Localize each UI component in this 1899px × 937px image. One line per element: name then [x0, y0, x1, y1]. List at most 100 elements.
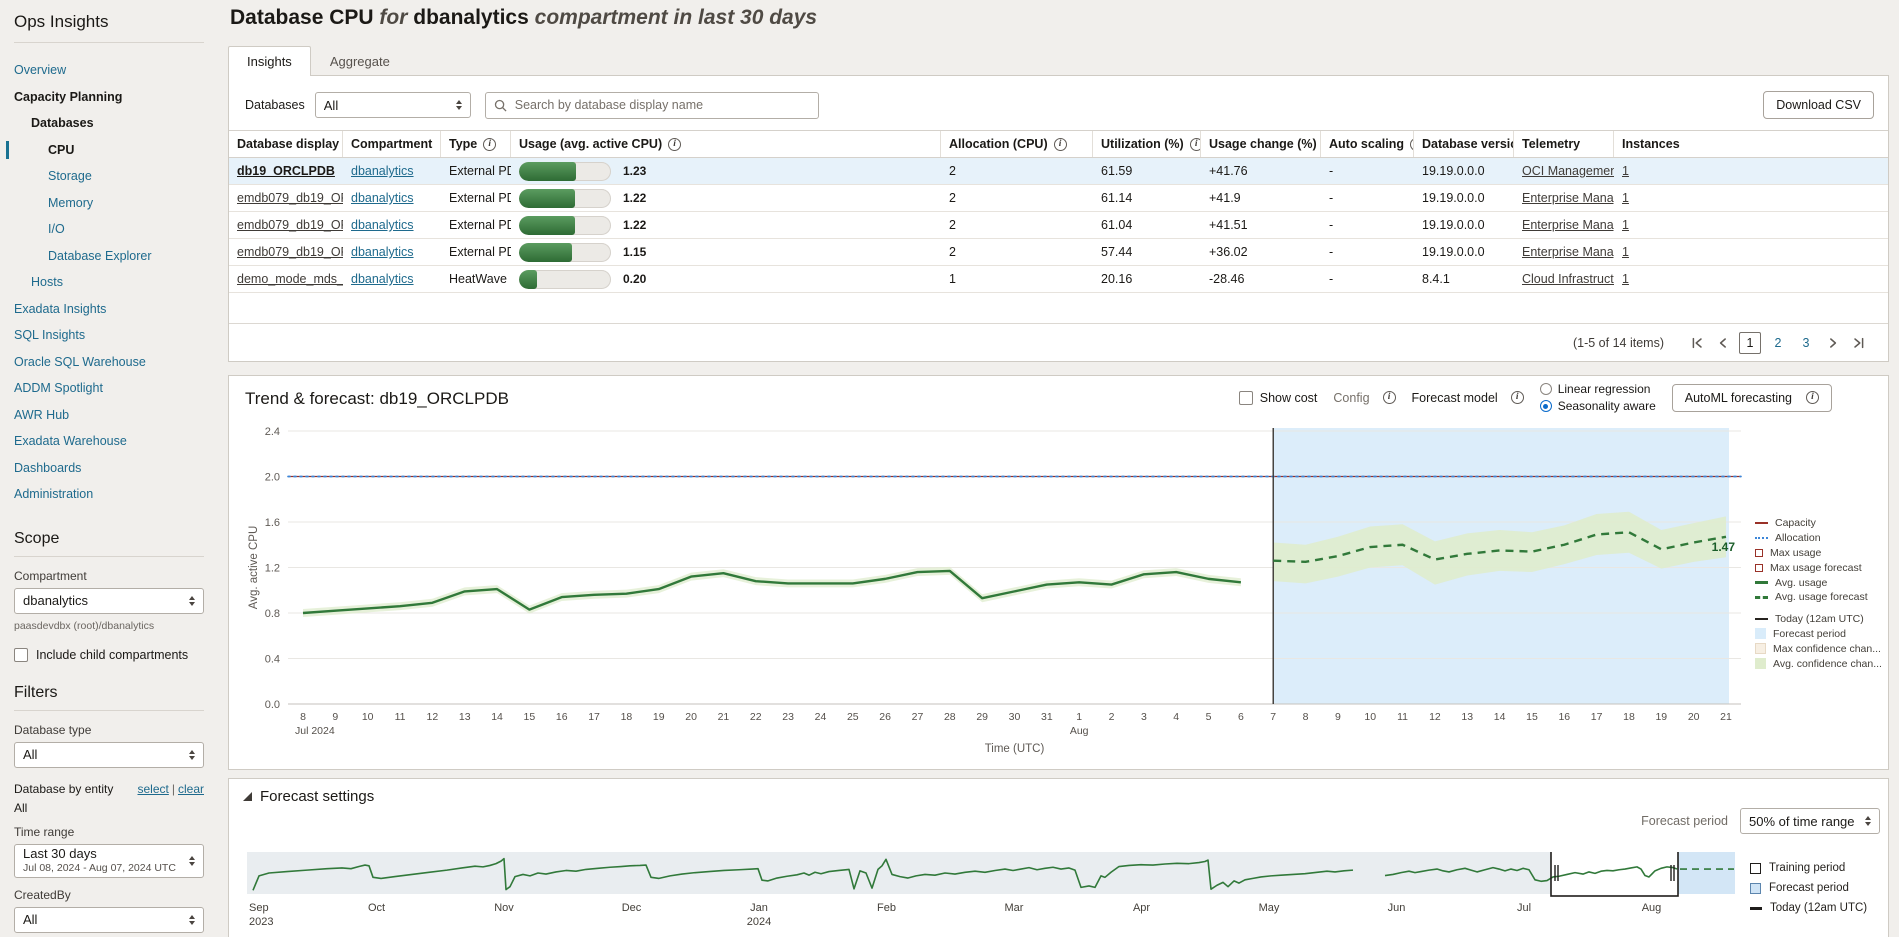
show-cost-checkbox[interactable]: Show cost: [1239, 391, 1318, 405]
sidebar-item-memory[interactable]: Memory: [14, 190, 204, 217]
column-header-instances[interactable]: Instances: [1614, 131, 1888, 157]
cell-utilization: 20.16: [1093, 266, 1201, 292]
sidebar-item-dashboards[interactable]: Dashboards: [14, 455, 204, 482]
tab-aggregate[interactable]: Aggregate: [311, 46, 409, 76]
database-name-link[interactable]: emdb079_db19_ORCLPDB: [237, 245, 343, 259]
info-icon: [1511, 391, 1524, 404]
forecast-period-select[interactable]: 50% of time range: [1740, 808, 1880, 834]
column-header-auto-scaling[interactable]: Auto scaling: [1321, 131, 1414, 157]
pagination-page-1[interactable]: 1: [1739, 332, 1761, 354]
sidebar-item-exadata-insights[interactable]: Exadata Insights: [14, 296, 204, 323]
telemetry-link[interactable]: Enterprise Manager: [1522, 245, 1614, 259]
sidebar-item-exadata-warehouse[interactable]: Exadata Warehouse: [14, 428, 204, 455]
sidebar-item-capacity-planning[interactable]: Capacity Planning: [14, 84, 204, 111]
sidebar-item-hosts[interactable]: Hosts: [14, 269, 204, 296]
sidebar-item-cpu[interactable]: CPU: [14, 137, 204, 164]
table-row[interactable]: db19_ORCLPDBdbanalyticsExternal PDB1.232…: [229, 158, 1888, 185]
svg-text:16: 16: [1558, 711, 1570, 723]
column-header-utilization[interactable]: Utilization (%)▼: [1093, 131, 1201, 157]
database-name-link[interactable]: emdb079_db19_ORCLPDB: [237, 191, 343, 205]
pagination-page-2[interactable]: 2: [1767, 332, 1789, 354]
time-range-select[interactable]: Last 30 days Jul 08, 2024 - Aug 07, 2024…: [14, 844, 204, 878]
pagination-next-button[interactable]: [1820, 330, 1846, 356]
instances-link[interactable]: 1: [1622, 272, 1629, 286]
download-csv-button[interactable]: Download CSV: [1763, 91, 1874, 119]
filters-heading: Filters: [14, 684, 204, 702]
table-row[interactable]: emdb079_db19_ORCLPDBdbanalyticsExternal …: [229, 185, 1888, 212]
forecast-model-radios: Linear regression Seasonality aware: [1540, 382, 1656, 413]
column-header-database-version[interactable]: Database version: [1414, 131, 1514, 157]
compartment-link[interactable]: dbanalytics: [351, 164, 414, 178]
forecast-settings-header[interactable]: Forecast settings: [243, 788, 374, 805]
sidebar-item-storage[interactable]: Storage: [14, 163, 204, 190]
telemetry-link[interactable]: Enterprise Manager: [1522, 218, 1614, 232]
svg-text:26: 26: [879, 711, 891, 723]
telemetry-link[interactable]: Cloud Infrastructure: [1522, 272, 1614, 286]
compartment-link[interactable]: dbanalytics: [351, 218, 414, 232]
instances-link[interactable]: 1: [1622, 191, 1629, 205]
sidebar-item-databases[interactable]: Databases: [14, 110, 204, 137]
radio-seasonality-aware[interactable]: Seasonality aware: [1540, 399, 1656, 413]
table-row[interactable]: emdb079_db19_ORCLPDBdbanalyticsExternal …: [229, 239, 1888, 266]
column-header-telemetry[interactable]: Telemetry: [1514, 131, 1614, 157]
databases-select[interactable]: All: [315, 92, 471, 118]
database-name-link[interactable]: demo_mode_mds_: [237, 272, 343, 286]
tab-insights[interactable]: Insights: [228, 46, 311, 76]
sidebar-item-oracle-sql-warehouse[interactable]: Oracle SQL Warehouse: [14, 349, 204, 376]
automl-forecasting-button[interactable]: AutoML forecasting: [1672, 384, 1832, 412]
database-name-link[interactable]: db19_ORCLPDB: [237, 164, 335, 178]
sidebar-item-i-o[interactable]: I/O: [14, 216, 204, 243]
config-link[interactable]: Config: [1333, 391, 1395, 405]
column-header-usage-change[interactable]: Usage change (%): [1201, 131, 1321, 157]
table-row[interactable]: emdb079_db19_ORCLPDBdbanalyticsExternal …: [229, 212, 1888, 239]
telemetry-link[interactable]: OCI Management Agent: [1522, 164, 1614, 178]
column-header-database-display-name[interactable]: Database display name: [229, 131, 343, 157]
database-name-link[interactable]: emdb079_db19_ORCLPDB: [237, 218, 343, 232]
svg-text:1.47: 1.47: [1712, 540, 1736, 554]
pagination-page-3[interactable]: 3: [1795, 332, 1817, 354]
compartment-link[interactable]: dbanalytics: [351, 272, 414, 286]
cell-telemetry: Enterprise Manager: [1514, 212, 1614, 238]
sidebar-item-overview[interactable]: Overview: [14, 57, 204, 84]
svg-text:2.0: 2.0: [265, 472, 280, 484]
database-type-select[interactable]: All: [14, 742, 204, 768]
search-input[interactable]: [513, 97, 810, 113]
compartment-select[interactable]: dbanalytics: [14, 588, 204, 614]
instances-link[interactable]: 1: [1622, 245, 1629, 259]
compartment-link[interactable]: dbanalytics: [351, 191, 414, 205]
column-header-compartment[interactable]: Compartment: [343, 131, 441, 157]
pagination-last-button[interactable]: [1846, 330, 1872, 356]
column-header-type[interactable]: Type: [441, 131, 511, 157]
created-by-select[interactable]: All: [14, 907, 204, 933]
svg-text:May: May: [1259, 902, 1280, 914]
svg-text:Nov: Nov: [494, 902, 514, 914]
svg-text:29: 29: [976, 711, 988, 723]
radio-linear-regression[interactable]: Linear regression: [1540, 382, 1656, 396]
sidebar-item-awr-hub[interactable]: AWR Hub: [14, 402, 204, 429]
sidebar-item-addm-spotlight[interactable]: ADDM Spotlight: [14, 375, 204, 402]
sidebar-item-administration[interactable]: Administration: [14, 481, 204, 508]
instances-link[interactable]: 1: [1622, 164, 1629, 178]
column-header-allocation-cpu[interactable]: Allocation (CPU): [941, 131, 1093, 157]
entity-clear-link[interactable]: clear: [178, 782, 204, 796]
include-child-compartments-checkbox[interactable]: Include child compartments: [14, 648, 204, 662]
svg-text:Feb: Feb: [877, 902, 896, 914]
trend-chart-legend: CapacityAllocationMax usageMax usage for…: [1755, 516, 1885, 671]
column-header-usage-avg-active-cpu[interactable]: Usage (avg. active CPU): [511, 131, 941, 157]
svg-text:0.8: 0.8: [265, 608, 280, 620]
pagination-prev-button[interactable]: [1710, 330, 1736, 356]
entity-select-link[interactable]: select: [138, 782, 169, 796]
telemetry-link[interactable]: Enterprise Manager: [1522, 191, 1614, 205]
instances-link[interactable]: 1: [1622, 218, 1629, 232]
pagination-first-button[interactable]: [1684, 330, 1710, 356]
table-row[interactable]: demo_mode_mds_dbanalyticsHeatWave MySQL0…: [229, 266, 1888, 293]
svg-text:1.6: 1.6: [265, 517, 280, 529]
sidebar-item-database-explorer[interactable]: Database Explorer: [14, 243, 204, 270]
cell-usage: 1.22: [511, 212, 941, 238]
sidebar-divider: [14, 42, 204, 43]
info-icon: [483, 138, 496, 151]
sidebar-item-sql-insights[interactable]: SQL Insights: [14, 322, 204, 349]
cell-compartment: dbanalytics: [343, 239, 441, 265]
compartment-link[interactable]: dbanalytics: [351, 245, 414, 259]
svg-text:13: 13: [459, 711, 471, 723]
